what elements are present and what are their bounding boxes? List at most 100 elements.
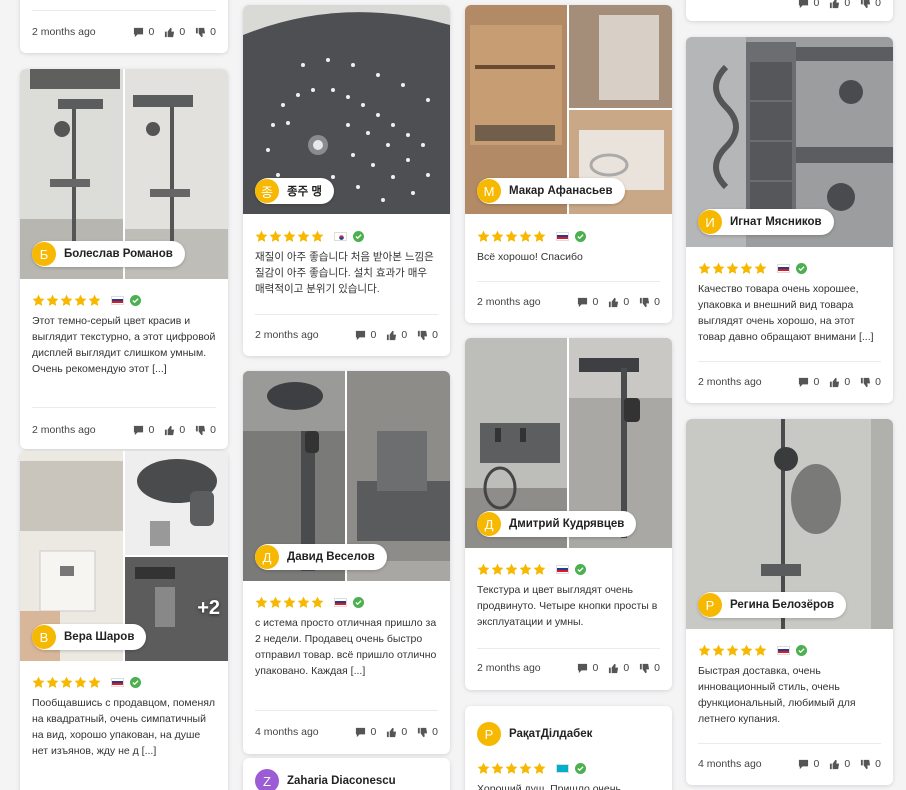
review-card: Д Дмитрий Кудрявцев Текстура и цвет выгл… — [465, 338, 672, 690]
star-icon — [477, 762, 490, 774]
like-button[interactable]: 0 — [829, 758, 850, 770]
comment-button[interactable]: 0 — [577, 662, 598, 674]
review-text: Всё хорошо! Спасибо — [477, 251, 583, 263]
dislike-button[interactable]: 0 — [860, 376, 881, 388]
star-icon — [32, 676, 45, 688]
rating-row — [255, 595, 364, 609]
star-icon — [477, 230, 490, 242]
star-icon — [505, 762, 518, 774]
like-button[interactable]: 0 — [386, 329, 407, 341]
review-footer: 2 months ago 0 0 0 — [255, 328, 438, 342]
comment-button[interactable]: 0 — [798, 376, 819, 388]
author-name: Регина Белозёров — [730, 599, 835, 611]
like-button[interactable]: 0 — [608, 662, 629, 674]
comment-count: 0 — [592, 296, 599, 308]
star-rating — [477, 230, 547, 243]
like-button[interactable]: 0 — [608, 296, 629, 308]
thumbs-up-icon — [387, 727, 397, 737]
review-author[interactable]: Р РақатДілдабек — [477, 721, 604, 747]
like-button[interactable]: 0 — [829, 0, 850, 9]
dislike-button[interactable]: 0 — [639, 662, 660, 674]
comment-button[interactable]: 0 — [577, 296, 598, 308]
star-icon — [519, 762, 532, 774]
like-button[interactable]: 0 — [164, 424, 185, 436]
russia-flag-icon — [556, 564, 569, 574]
star-rating — [255, 596, 325, 609]
avatar: 종 — [255, 179, 279, 203]
review-card: Z Zaharia Diaconescu — [243, 758, 450, 790]
dislike-button[interactable]: 0 — [860, 758, 881, 770]
review-author[interactable]: И Игнат Мясников — [698, 209, 834, 235]
dislike-count: 0 — [210, 26, 216, 38]
review-author[interactable]: Z Zaharia Diaconescu — [255, 768, 408, 790]
star-icon — [46, 676, 59, 688]
dislike-count: 0 — [875, 758, 881, 770]
divider — [255, 314, 438, 315]
thumbs-up-icon — [165, 425, 175, 435]
author-name: Макар Афанасьев — [509, 185, 613, 197]
comment-icon — [356, 330, 366, 340]
dislike-button[interactable]: 0 — [417, 329, 438, 341]
author-name: Игнат Мясников — [730, 216, 822, 228]
star-icon — [726, 262, 739, 274]
star-rating — [32, 676, 102, 689]
review-footer: 4 months ago 0 0 0 — [698, 757, 881, 771]
comment-button[interactable]: 0 — [355, 329, 376, 341]
dislike-count: 0 — [654, 296, 660, 308]
dislike-button[interactable]: 0 — [417, 726, 438, 738]
star-icon — [297, 596, 310, 608]
comment-button[interactable]: 0 — [133, 26, 154, 38]
dislike-button[interactable]: 0 — [860, 0, 881, 9]
star-icon — [698, 262, 711, 274]
review-photo[interactable] — [125, 451, 228, 555]
like-button[interactable]: 0 — [386, 726, 407, 738]
review-author[interactable]: В Вера Шаров — [32, 624, 147, 650]
verified-check-icon — [130, 294, 141, 306]
like-count: 0 — [623, 296, 630, 308]
star-icon — [533, 762, 546, 774]
review-author[interactable]: Р Регина Белозёров — [698, 592, 847, 618]
russia-flag-icon — [556, 231, 569, 241]
divider — [32, 10, 216, 11]
like-button[interactable]: 0 — [164, 26, 185, 38]
kazakhstan-flag-icon — [556, 763, 569, 773]
star-icon — [533, 230, 546, 242]
comment-count: 0 — [370, 329, 377, 341]
review-author[interactable]: М Макар Афанасьев — [477, 178, 625, 204]
comment-button[interactable]: 0 — [355, 726, 376, 738]
comment-button[interactable]: 0 — [798, 0, 819, 9]
review-date: 2 months ago — [698, 376, 762, 388]
like-count: 0 — [844, 376, 851, 388]
dislike-button[interactable]: 0 — [195, 424, 216, 436]
star-icon — [74, 676, 87, 688]
comment-button[interactable]: 0 — [798, 758, 819, 770]
verified-check-icon — [575, 762, 586, 774]
more-photos-count[interactable]: +2 — [197, 597, 220, 620]
review-card: Д Давид Веселов с истема просто отличная… — [243, 371, 450, 754]
dislike-button[interactable]: 0 — [195, 26, 216, 38]
review-footer: 2 months ago 0 0 0 — [698, 375, 881, 389]
avatar: Б — [32, 242, 56, 266]
review-author[interactable]: 종 종주 맹 — [255, 178, 334, 204]
star-icon — [60, 676, 73, 688]
verified-check-icon — [575, 230, 586, 242]
review-author[interactable]: Б Болеслав Романов — [32, 241, 185, 267]
thumbs-up-icon — [830, 377, 840, 387]
review-photo[interactable] — [569, 5, 672, 108]
star-icon — [88, 676, 101, 688]
like-button[interactable]: 0 — [829, 376, 850, 388]
thumbs-up-icon — [609, 663, 619, 673]
review-text: Быстрая доставка, очень инновационный ст… — [698, 665, 856, 725]
thumbs-down-icon — [861, 759, 871, 769]
comment-icon — [799, 377, 809, 387]
dislike-button[interactable]: 0 — [639, 296, 660, 308]
comment-icon — [799, 0, 809, 8]
review-author[interactable]: Д Давид Веселов — [255, 544, 387, 570]
star-rating — [477, 563, 547, 576]
review-author[interactable]: Д Дмитрий Кудрявцев — [477, 511, 637, 537]
comment-button[interactable]: 0 — [133, 424, 154, 436]
star-icon — [519, 563, 532, 575]
star-icon — [283, 596, 296, 608]
star-icon — [698, 644, 711, 656]
comment-count: 0 — [813, 758, 820, 770]
